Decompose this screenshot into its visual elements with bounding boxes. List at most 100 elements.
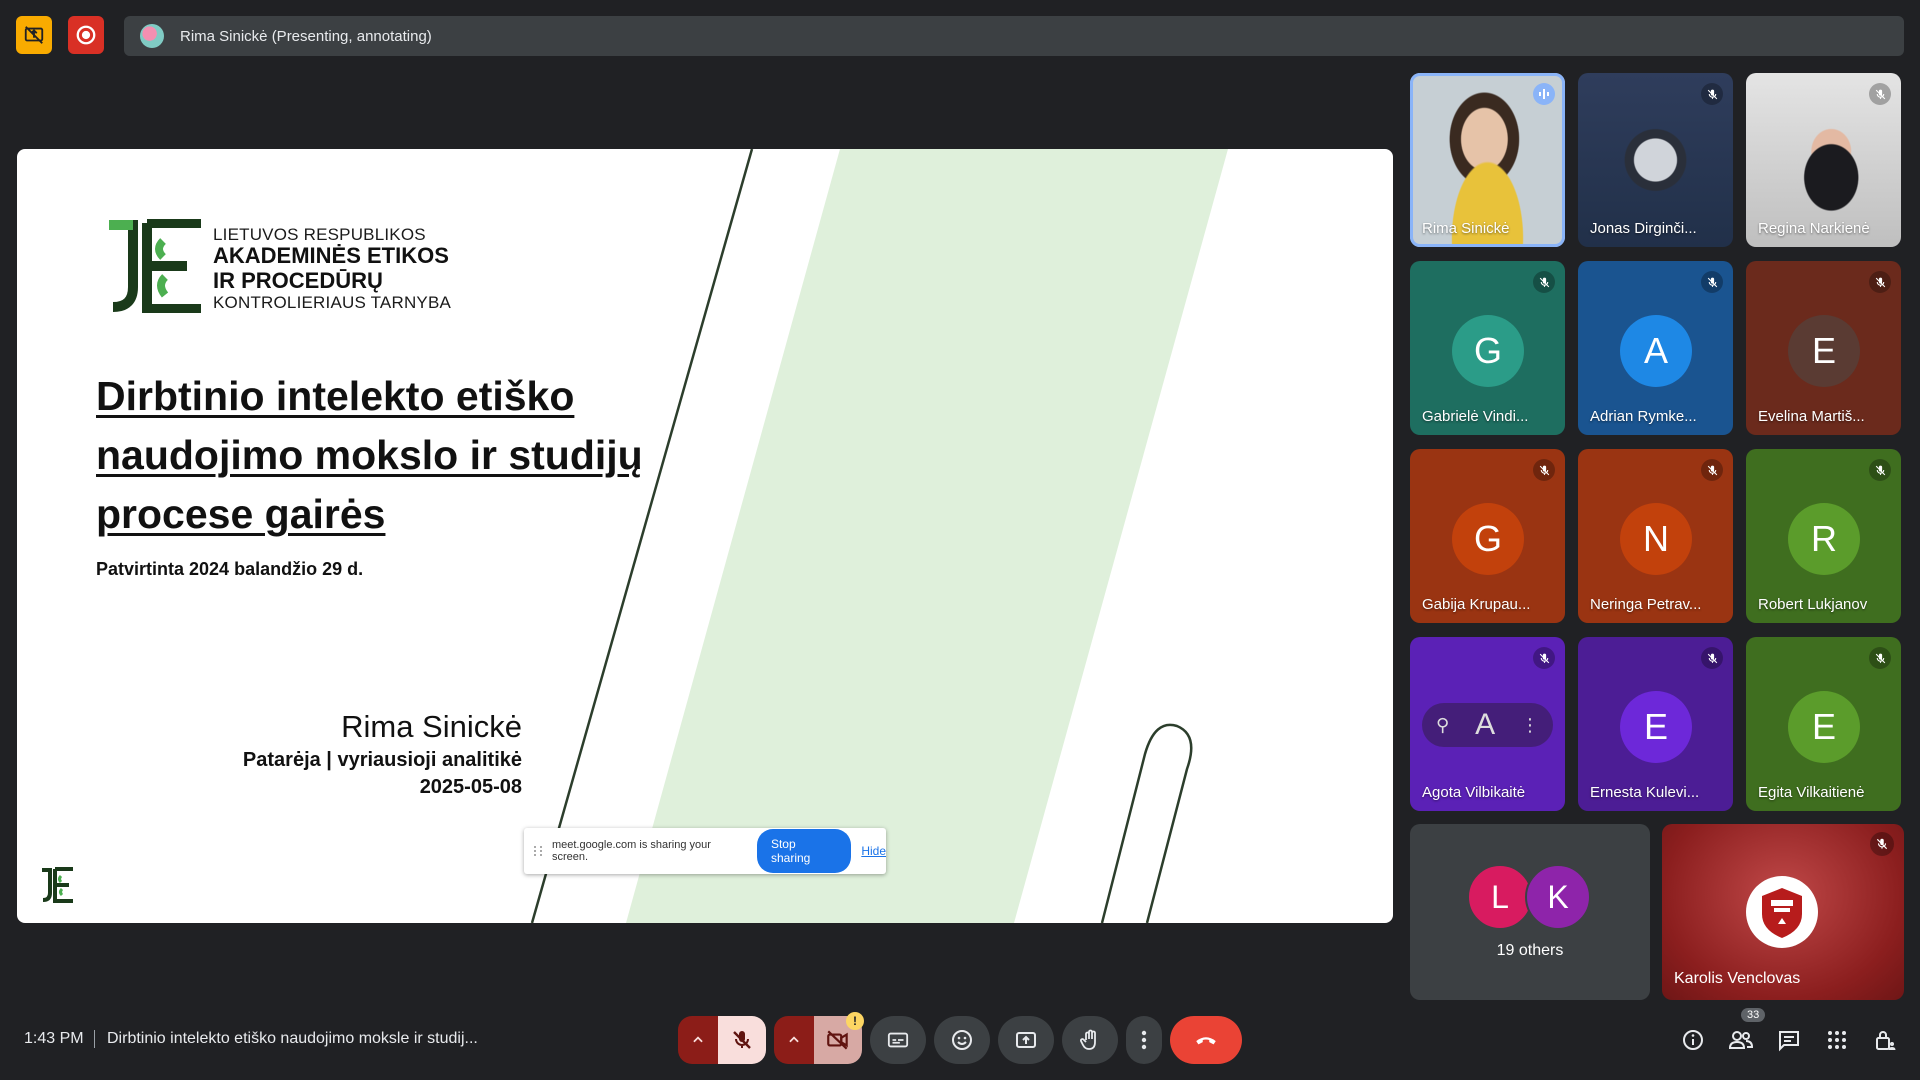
slide-presentation-date: 2025-05-08: [419, 776, 522, 798]
org-logo-icon: [109, 219, 201, 313]
mic-off-icon: [1533, 647, 1555, 669]
divider: [94, 1030, 95, 1048]
camera-warning-badge: !: [846, 1012, 864, 1030]
drag-handle-icon[interactable]: [534, 846, 542, 856]
mic-off-icon: [1701, 647, 1723, 669]
speaking-indicator-icon: [1533, 83, 1555, 105]
slide-presenter-role: Patarėja | vyriausioji analitikė: [242, 749, 522, 771]
people-button[interactable]: [1728, 1027, 1754, 1053]
avatar: E: [1788, 315, 1860, 387]
participant-name: Evelina Martiš...: [1758, 408, 1865, 425]
participant-name: Jonas Dirginči...: [1590, 220, 1697, 237]
hide-link[interactable]: Hide: [861, 844, 886, 858]
meeting-details-button[interactable]: [1680, 1027, 1706, 1053]
audio-options-button[interactable]: [678, 1016, 718, 1064]
participant-tile[interactable]: Rima Sinickė: [1410, 73, 1565, 247]
participant-tile[interactable]: G Gabija Krupau...: [1410, 449, 1565, 623]
present-now-button[interactable]: [998, 1016, 1054, 1064]
org-line-2: AKADEMINĖS ETIKOS: [213, 243, 449, 269]
avatar: N: [1620, 503, 1692, 575]
avatar: R: [1788, 503, 1860, 575]
slide-title: Dirbtinio intelekto etiško naudojimo mok…: [96, 367, 696, 544]
participant-tile[interactable]: E Evelina Martiš...: [1746, 261, 1901, 435]
participant-tile[interactable]: N Neringa Petrav...: [1578, 449, 1733, 623]
phone-hangup-icon: [1196, 1037, 1216, 1045]
avatar: E: [1620, 691, 1692, 763]
hook-line: [1100, 723, 1193, 923]
raise-hand-button[interactable]: [1062, 1016, 1118, 1064]
slide-presenter-name: Rima Sinickė: [341, 709, 522, 744]
mic-off-icon: [733, 1031, 751, 1049]
participant-tile[interactable]: E Egita Vilkaitienė: [1746, 637, 1901, 811]
chevron-up-icon: [789, 1036, 799, 1043]
mic-off-icon: [1533, 271, 1555, 293]
lock-person-icon: [1876, 1031, 1896, 1050]
more-vert-icon[interactable]: ⋮: [1521, 715, 1539, 736]
avatar: G: [1452, 315, 1524, 387]
chat-button[interactable]: [1776, 1027, 1802, 1053]
participant-name: Regina Narkienė: [1758, 220, 1870, 237]
org-line-3: IR PROCEDŪRŲ: [213, 267, 383, 293]
mic-off-icon: [1869, 271, 1891, 293]
participant-tile-featured[interactable]: Karolis Venclovas: [1662, 824, 1904, 1000]
presentation-slide: LIETUVOS RESPUBLIKOS AKADEMINĖS ETIKOS I…: [17, 149, 1393, 923]
other-avatar: K: [1525, 864, 1591, 930]
mic-off-icon: [1533, 459, 1555, 481]
mic-off-icon: [1701, 459, 1723, 481]
participant-tile[interactable]: E Ernesta Kulevi...: [1578, 637, 1733, 811]
more-vert-icon: [1141, 1030, 1147, 1050]
host-controls-button[interactable]: [1872, 1027, 1898, 1053]
org-line-4: KONTROLIERIAUS TARNYBA: [213, 293, 452, 313]
pin-icon[interactable]: ⚲: [1436, 715, 1449, 736]
others-tile[interactable]: L K 19 others: [1410, 824, 1650, 1000]
screen-share-notification: meet.google.com is sharing your screen. …: [524, 828, 886, 874]
participant-name: Rima Sinickė: [1422, 220, 1510, 237]
avatar-initial: A: [1475, 708, 1496, 741]
chevron-up-icon: [693, 1036, 703, 1043]
participant-name: Egita Vilkaitienė: [1758, 784, 1865, 801]
participant-tile[interactable]: Regina Narkienė: [1746, 73, 1901, 247]
stop-sharing-button[interactable]: Stop sharing: [756, 829, 852, 873]
participant-name: Gabija Krupau...: [1422, 596, 1531, 613]
mic-off-icon: [1701, 271, 1723, 293]
crest-icon: [1746, 876, 1818, 948]
meeting-title: Dirbtinio intelekto etiško naudojimo mok…: [107, 1030, 478, 1047]
people-icon: [1728, 1031, 1754, 1049]
approval-date: Patvirtinta 2024 balandžio 29 d.: [96, 559, 364, 579]
more-options-button[interactable]: [1126, 1016, 1162, 1064]
activities-button[interactable]: [1824, 1027, 1850, 1053]
participant-tile[interactable]: ⚲ A ⋮ Agota Vilbikaitė: [1410, 637, 1565, 811]
present-icon: [1016, 1032, 1036, 1048]
record-icon: [76, 25, 96, 45]
participant-name: Adrian Rymke...: [1590, 408, 1697, 425]
participant-name: Ernesta Kulevi...: [1590, 784, 1700, 801]
participant-tile[interactable]: Jonas Dirginči...: [1578, 73, 1733, 247]
participant-name: Neringa Petrav...: [1590, 596, 1702, 613]
participant-name: Robert Lukjanov: [1758, 596, 1868, 613]
video-options-button[interactable]: [774, 1016, 814, 1064]
participant-tile[interactable]: G Gabrielė Vindi...: [1410, 261, 1565, 435]
mic-toggle-button[interactable]: [718, 1016, 766, 1064]
participant-tile[interactable]: R Robert Lukjanov: [1746, 449, 1901, 623]
chat-icon: [1779, 1031, 1799, 1052]
small-logo-icon: [42, 867, 73, 903]
title-line: procese gairės: [96, 491, 386, 537]
mic-off-icon: [1869, 83, 1891, 105]
recording-indicator[interactable]: [68, 16, 104, 54]
mic-off-icon: [1869, 647, 1891, 669]
captions-icon: [887, 1032, 909, 1048]
present-off-icon: [24, 26, 44, 44]
presenter-status-text: Rima Sinickė (Presenting, annotating): [180, 27, 432, 45]
reactions-button[interactable]: [934, 1016, 990, 1064]
presenter-avatar: [140, 24, 164, 48]
presenting-indicator[interactable]: [16, 16, 52, 54]
mic-control: [678, 1016, 766, 1064]
leave-call-button[interactable]: [1170, 1016, 1242, 1064]
apps-grid-icon: [1828, 1031, 1846, 1049]
avatar: E: [1788, 691, 1860, 763]
participant-tile[interactable]: A Adrian Rymke...: [1578, 261, 1733, 435]
captions-button[interactable]: [870, 1016, 926, 1064]
share-message: meet.google.com is sharing your screen.: [551, 839, 711, 863]
info-icon: [1683, 1030, 1703, 1050]
org-name: LIETUVOS RESPUBLIKOS AKADEMINĖS ETIKOS I…: [213, 225, 451, 312]
